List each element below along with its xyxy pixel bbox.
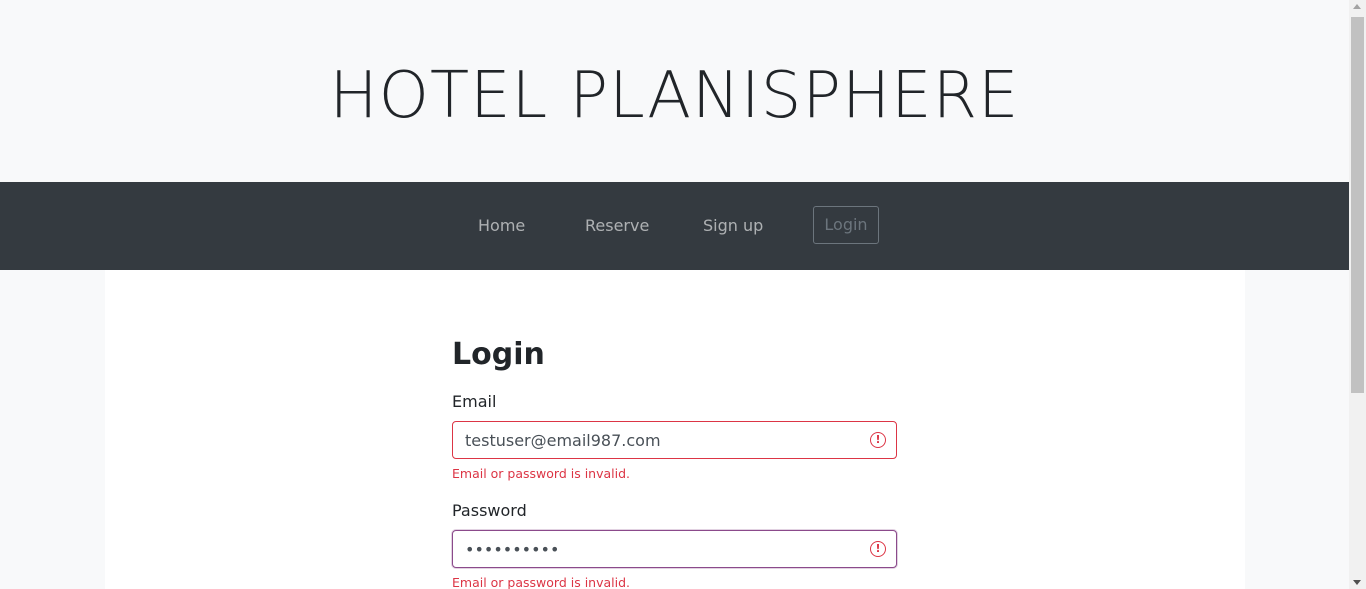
nav-login-button[interactable]: Login [813,206,879,244]
email-exclamation-circle-icon: ! [870,432,886,448]
email-input[interactable] [452,421,897,459]
email-label: Email [452,392,497,411]
vertical-scrollbar[interactable] [1349,0,1366,589]
password-input[interactable] [452,530,897,568]
nav-signup-link[interactable]: Sign up [703,216,763,236]
password-error-message: Email or password is invalid. [452,575,630,589]
top-navbar: Home Reserve Sign up [0,182,1349,270]
site-title: HOTEL PLANISPHERE [329,59,1020,133]
header-jumbotron: HOTEL PLANISPHERE [0,0,1349,182]
page-title: Login [452,337,545,372]
nav-reserve-link[interactable]: Reserve [585,216,649,236]
scroll-up-arrow-icon[interactable] [1353,4,1361,9]
password-exclamation-circle-icon: ! [870,541,886,557]
password-label: Password [452,501,527,520]
email-error-message: Email or password is invalid. [452,466,630,481]
scrollbar-thumb[interactable] [1351,17,1364,393]
scroll-down-arrow-icon[interactable] [1353,580,1361,585]
nav-home-link[interactable]: Home [478,216,525,236]
